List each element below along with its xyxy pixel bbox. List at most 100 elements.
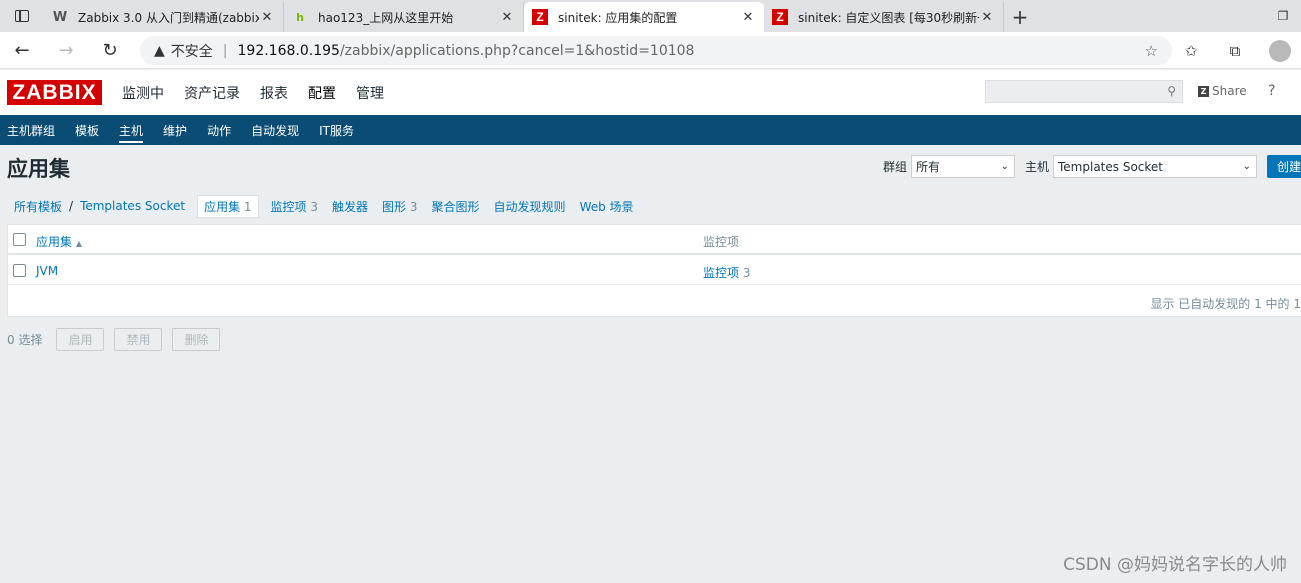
search-icon[interactable]: ⚲: [1167, 84, 1176, 98]
row-checkbox[interactable]: [13, 264, 26, 277]
host-label: 主机: [1024, 160, 1049, 174]
create-application-button[interactable]: 创建应用集: [1267, 155, 1301, 178]
tab-title: hao123_上网从这里开始: [318, 10, 454, 25]
top-menu-monitoring[interactable]: 监测中: [114, 70, 172, 115]
browser-tab[interactable]: Z sinitek: 自定义图表 [每30秒刷新一 ✕: [764, 2, 1004, 32]
browser-tab[interactable]: h hao123_上网从这里开始 ✕: [284, 2, 524, 32]
top-menu-reports[interactable]: 报表: [252, 70, 296, 115]
enable-button[interactable]: 启用: [56, 328, 105, 351]
select-all-checkbox[interactable]: [13, 233, 26, 246]
zabbix-doc-favicon-icon: W: [52, 9, 68, 25]
breadcrumb-all-templates[interactable]: 所有模板: [7, 198, 69, 215]
group-select-value: 所有: [915, 160, 940, 174]
warning-triangle-icon[interactable]: ▲: [154, 43, 165, 59]
application-name-link[interactable]: JVM: [36, 264, 58, 278]
url-host: 192.168.0.195: [237, 42, 340, 59]
sub-menu-discovery[interactable]: 自动发现: [251, 115, 299, 145]
items-link[interactable]: 监控项 3: [703, 264, 750, 281]
tab-items[interactable]: 监控项 3: [264, 198, 325, 215]
tab-screens[interactable]: 聚合图形: [425, 198, 487, 215]
table-footer: 显示 已自动发现的 1 中的 1: [8, 286, 1301, 317]
sub-menu-templates[interactable]: 模板: [75, 115, 99, 145]
breadcrumb-template[interactable]: Templates Socket: [73, 199, 192, 213]
sub-menu-it-services[interactable]: IT服务: [319, 115, 354, 145]
mass-action-bar: 0 选择 启用 禁用 删除: [7, 328, 230, 351]
page-filter: 群组 所有 ⌄ 主机 Templates Socket ⌄ 创建应用集: [883, 155, 1301, 178]
back-arrow-icon[interactable]: ←: [0, 40, 44, 61]
browser-tab-strip: W Zabbix 3.0 从入门到精通(zabbix使 ✕ h hao123_上…: [0, 0, 1301, 32]
zabbix-favicon-icon: Z: [772, 9, 788, 25]
group-label: 群组: [882, 160, 907, 174]
tab-close-icon[interactable]: ✕: [740, 10, 756, 25]
sort-ascending-icon: ▲: [75, 239, 82, 248]
top-menu: 监测中 资产记录 报表 配置 管理: [114, 70, 396, 115]
tab-actions-menu-button[interactable]: [0, 0, 44, 32]
csdn-watermark: CSDN @妈妈说名字长的人帅: [1063, 555, 1287, 575]
add-favorite-icon[interactable]: ☆: [1145, 42, 1158, 60]
browser-tab[interactable]: W Zabbix 3.0 从入门到精通(zabbix使 ✕: [44, 2, 284, 32]
security-label[interactable]: 不安全: [171, 41, 213, 61]
tab-label: 图形: [382, 199, 407, 214]
tab-triggers[interactable]: 触发器: [325, 198, 375, 215]
column-header-application[interactable]: 应用集 ▲: [36, 233, 82, 250]
global-search-input[interactable]: ⚲: [985, 80, 1183, 103]
top-menu-inventory[interactable]: 资产记录: [176, 70, 248, 115]
tab-label: 自动发现规则: [493, 199, 566, 214]
tab-label: 监控项: [270, 199, 307, 214]
zabbix-header: ZABBIX 监测中 资产记录 报表 配置 管理 ⚲ Z Share ?: [0, 70, 1301, 115]
collections-icon[interactable]: ⧉: [1213, 42, 1257, 60]
top-menu-administration[interactable]: 管理: [348, 70, 392, 115]
host-select-value: Templates Socket: [1058, 159, 1163, 174]
configuration-sub-menu: 主机群组 模板 主机 维护 动作 自动发现 IT服务: [0, 115, 1301, 145]
table-header: 应用集 ▲ 监控项: [8, 225, 1301, 255]
column-header-label: 应用集: [36, 235, 73, 249]
sub-menu-hosts[interactable]: 主机: [119, 115, 144, 145]
forward-arrow-icon[interactable]: →: [44, 40, 88, 61]
page-title: 应用集: [7, 157, 70, 181]
restore-window-icon[interactable]: ❐: [1265, 9, 1301, 23]
tab-close-icon[interactable]: ✕: [979, 10, 995, 25]
tab-close-icon[interactable]: ✕: [499, 10, 515, 25]
tab-actions-icon: [15, 10, 29, 22]
address-separator: |: [222, 42, 228, 59]
tab-title: Zabbix 3.0 从入门到精通(zabbix使: [78, 10, 259, 25]
tab-label: 应用集: [204, 199, 241, 214]
host-select[interactable]: Templates Socket ⌄: [1053, 155, 1257, 178]
top-menu-configuration[interactable]: 配置: [300, 70, 344, 115]
tab-web-scenarios[interactable]: Web 场景: [573, 198, 641, 215]
hao123-favicon-icon: h: [296, 10, 304, 24]
share-link[interactable]: Z Share: [1198, 84, 1247, 98]
zabbix-logo[interactable]: ZABBIX: [7, 80, 102, 105]
url-path: /zabbix/applications.php?cancel=1&hostid…: [339, 42, 695, 59]
new-tab-button[interactable]: +: [1004, 2, 1036, 32]
browser-right-icons: ✩ ⧉: [1169, 32, 1301, 69]
address-bar[interactable]: ▲ 不安全 | 192.168.0.195/zabbix/application…: [140, 36, 1172, 65]
items-count: 3: [742, 266, 751, 280]
selected-count: 0 选择: [7, 333, 43, 347]
chevron-down-icon: ⌄: [1242, 161, 1251, 172]
tab-close-icon[interactable]: ✕: [259, 10, 275, 25]
browser-toolbar: ← → ↻ ▲ 不安全 | 192.168.0.195/zabbix/appli…: [0, 32, 1301, 69]
sub-menu-host-groups[interactable]: 主机群组: [7, 115, 55, 145]
favorites-icon[interactable]: ✩: [1169, 42, 1213, 60]
disable-button[interactable]: 禁用: [114, 328, 163, 351]
applications-table: 应用集 ▲ 监控项 JVM 监控项 3 显示 已自动发现的 1 中的 1: [7, 224, 1301, 317]
group-select[interactable]: 所有 ⌄: [910, 155, 1015, 178]
reload-icon[interactable]: ↻: [88, 40, 132, 61]
chevron-down-icon: ⌄: [1000, 161, 1009, 172]
tab-discovery-rules[interactable]: 自动发现规则: [487, 198, 573, 215]
tab-graphs[interactable]: 图形 3: [375, 198, 424, 215]
sub-menu-actions[interactable]: 动作: [207, 115, 231, 145]
profile-avatar[interactable]: [1269, 39, 1291, 62]
tab-title: sinitek: 应用集的配置: [558, 10, 678, 25]
help-link[interactable]: ?: [1268, 83, 1275, 99]
tab-applications[interactable]: 应用集 1: [197, 194, 259, 218]
window-controls: ❐: [1265, 0, 1301, 32]
tab-label: Web 场景: [579, 199, 634, 214]
sub-menu-maintenance[interactable]: 维护: [163, 115, 187, 145]
table-row: JVM 监控项 3: [8, 256, 1301, 285]
zabbix-share-icon: Z: [1198, 85, 1209, 97]
delete-button[interactable]: 删除: [172, 328, 221, 351]
tab-count: 3: [310, 199, 319, 214]
browser-tab-active[interactable]: Z sinitek: 应用集的配置 ✕: [524, 2, 764, 32]
